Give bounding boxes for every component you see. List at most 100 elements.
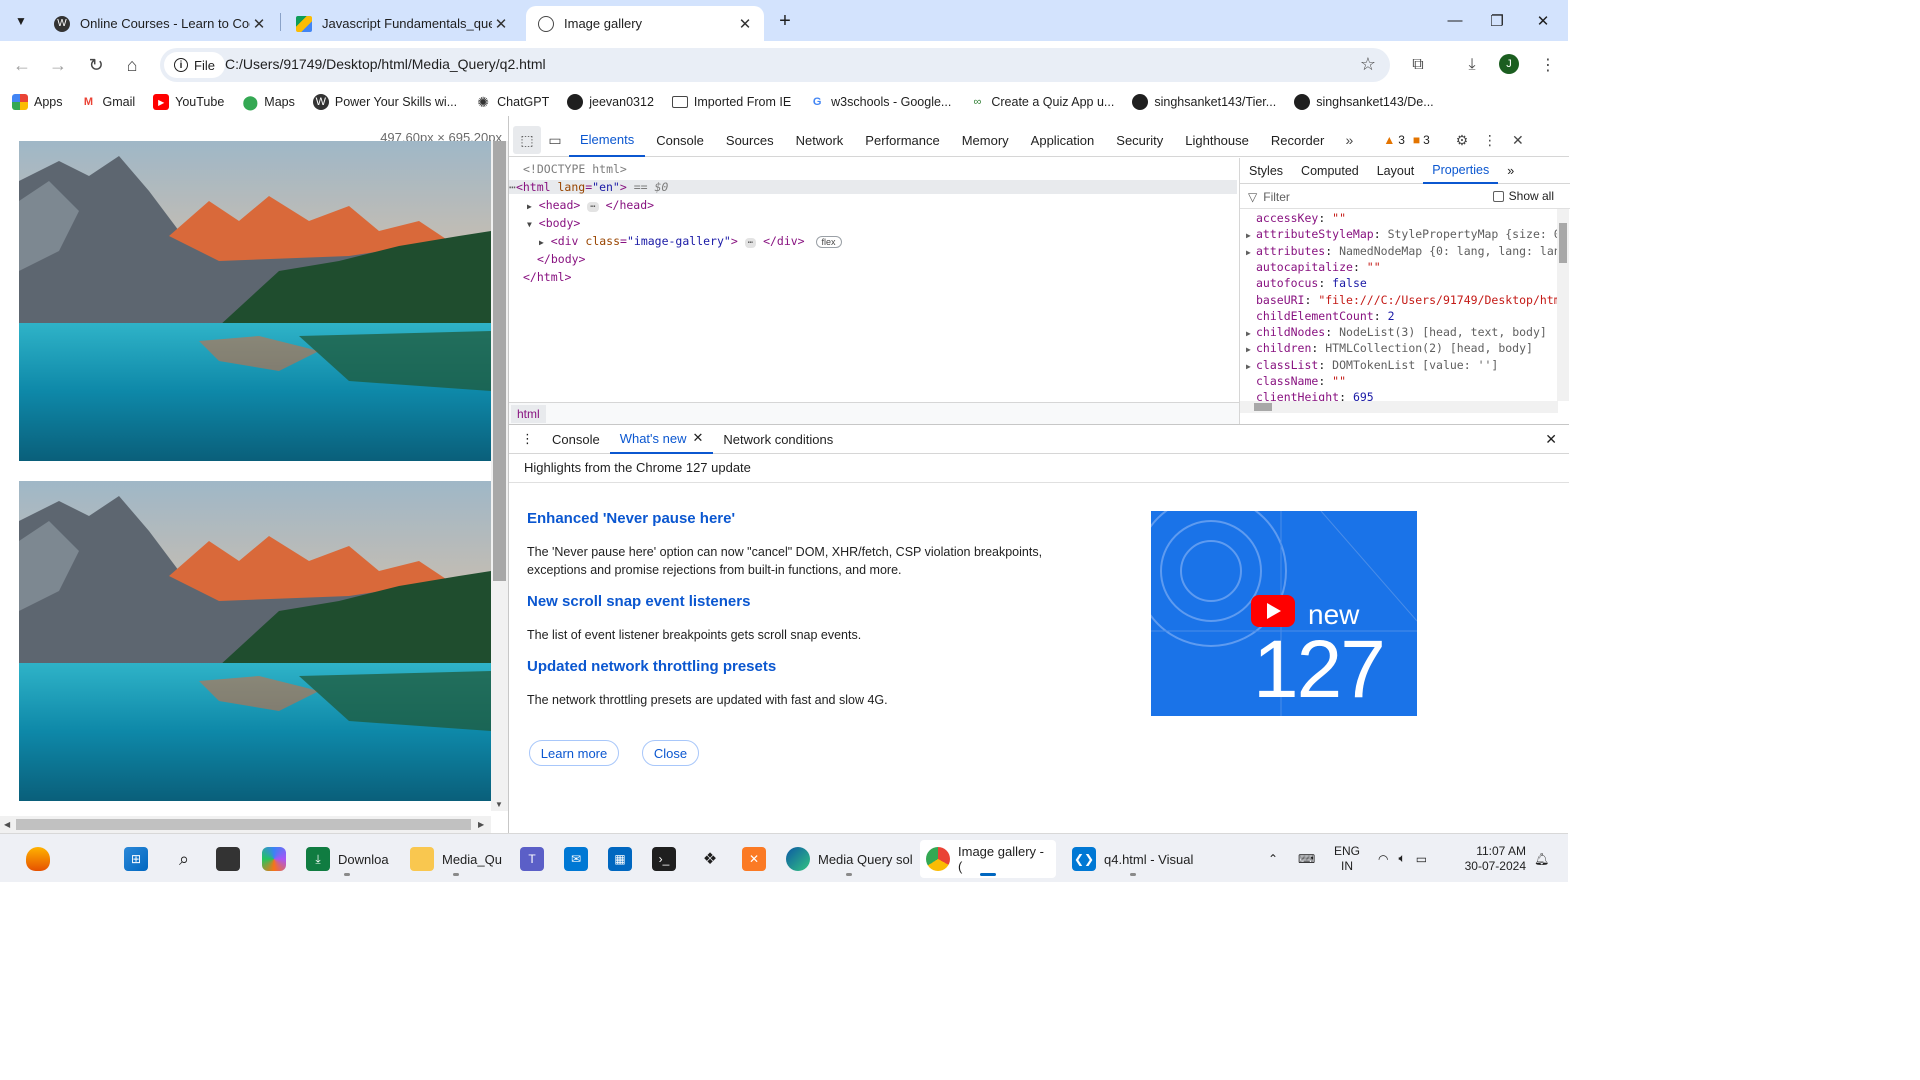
dom-node-body-close[interactable]: </body>	[537, 252, 585, 266]
dom-node-body[interactable]: ▼ <body>	[527, 216, 580, 230]
kebab-menu-icon[interactable]: ⋮	[1536, 53, 1560, 77]
inspect-element-icon[interactable]: ⬚	[513, 126, 541, 154]
ellipsis-icon[interactable]: ⋯	[587, 202, 599, 212]
url-text[interactable]: C:/Users/91749/Desktop/html/Media_Query/…	[225, 56, 546, 72]
settings-gear-icon[interactable]: ⚙	[1448, 126, 1476, 154]
system-status-icons[interactable]: ◠ 🔈︎ ▭	[1378, 834, 1427, 883]
sidebar-vertical-scrollbar[interactable]	[1557, 209, 1569, 401]
issues-badge[interactable]: ■ 3	[1413, 133, 1430, 147]
drawer-tab-whats-new[interactable]: What's new ✕	[609, 425, 714, 454]
notifications-bell-icon[interactable]: 🔔︎	[1534, 834, 1549, 883]
tab-application[interactable]: Application	[1020, 124, 1106, 157]
browser-tab-active[interactable]: Image gallery ✕	[526, 6, 764, 41]
expand-arrow-icon[interactable]: ▶	[1246, 345, 1256, 354]
feature-title[interactable]: New scroll snap event listeners	[527, 593, 750, 610]
drawer-menu-icon[interactable]: ⋮	[509, 425, 542, 454]
scrollbar-thumb[interactable]	[16, 819, 471, 830]
mail-button[interactable]: ✉	[558, 840, 594, 878]
scroll-left-arrow-icon[interactable]: ◀	[4, 820, 10, 829]
property-row[interactable]: autofocus: false	[1246, 276, 1367, 290]
expand-arrow-icon[interactable]: ▶	[1246, 362, 1256, 371]
bookmark-maps[interactable]: ⬤ Maps	[242, 94, 294, 110]
filter-input[interactable]: Filter	[1263, 190, 1290, 204]
tab-memory[interactable]: Memory	[951, 124, 1020, 157]
close-drawer-icon[interactable]: ✕	[1545, 431, 1557, 448]
sidebar-horizontal-scrollbar[interactable]	[1240, 401, 1558, 413]
new-tab-button[interactable]: +	[772, 8, 798, 34]
tab-console[interactable]: Console	[645, 124, 715, 157]
forward-button[interactable]: →	[44, 51, 72, 79]
property-row[interactable]: accessKey: ""	[1246, 211, 1346, 225]
taskbar-app[interactable]: ⤓ Downloa	[300, 840, 395, 878]
property-row[interactable]: autocapitalize: ""	[1246, 260, 1381, 274]
teams-button[interactable]: T	[514, 840, 550, 878]
property-row[interactable]: ▶ classList: DOMTokenList [value: '']	[1246, 358, 1498, 372]
property-row[interactable]: ▶ attributes: NamedNodeMap {0: lang, lang…	[1246, 244, 1558, 258]
property-row[interactable]: baseURI: "file:///C:/Users/91749/Desktop…	[1246, 293, 1558, 307]
more-tabs-icon[interactable]: »	[1498, 158, 1523, 184]
dropbox-button[interactable]: ❖	[692, 840, 728, 878]
tab-styles[interactable]: Styles	[1240, 158, 1292, 184]
expand-arrow-icon[interactable]: ▶	[1246, 248, 1256, 257]
dom-node-html-close[interactable]: </html>	[523, 270, 571, 284]
site-info-chip[interactable]: i File	[164, 52, 225, 78]
ellipsis-icon[interactable]: ⋯	[744, 238, 757, 248]
search-button[interactable]: ⌕	[166, 840, 202, 878]
copilot-button[interactable]	[256, 840, 292, 878]
taskbar-app[interactable]: Media_Qu	[404, 840, 508, 878]
extensions-icon[interactable]: ⧉	[1406, 53, 1430, 77]
warnings-badge[interactable]: ▲ 3	[1383, 133, 1405, 147]
bookmark-chatgpt[interactable]: ✺ ChatGPT	[475, 94, 549, 110]
taskbar-app[interactable]: Media Query sol	[780, 840, 919, 878]
close-tab-icon[interactable]: ✕	[250, 15, 268, 33]
tab-performance[interactable]: Performance	[854, 124, 950, 157]
dom-node-html-selected[interactable]: ⋯<html lang="en"> == $0	[509, 180, 1237, 194]
feature-title[interactable]: Enhanced 'Never pause here'	[527, 510, 735, 527]
tab-layout[interactable]: Layout	[1368, 158, 1424, 184]
bookmark-github[interactable]: jeevan0312	[567, 94, 654, 110]
learn-more-button[interactable]: Learn more	[529, 740, 619, 766]
page-horizontal-scrollbar[interactable]: ◀ ▶	[0, 816, 491, 833]
tab-security[interactable]: Security	[1105, 124, 1174, 157]
tab-sources[interactable]: Sources	[715, 124, 785, 157]
more-tabs-icon[interactable]: »	[1335, 126, 1363, 154]
chrome-127-promo-image[interactable]: new 127	[1151, 511, 1417, 716]
dom-node-head[interactable]: ▶ <head> ⋯ </head>	[527, 198, 654, 212]
home-button[interactable]: ⌂	[118, 51, 146, 79]
close-window-button[interactable]: ✕	[1520, 0, 1566, 41]
tab-properties[interactable]: Properties	[1423, 158, 1499, 184]
close-tab-icon[interactable]: ✕	[693, 430, 704, 446]
clock[interactable]: 11:07 AM 30-07-2024	[1458, 834, 1526, 883]
taskbar-app-active[interactable]: Image gallery - (	[920, 840, 1056, 878]
breadcrumb-item[interactable]: html	[511, 405, 546, 423]
scroll-right-arrow-icon[interactable]: ▶	[478, 820, 484, 829]
expand-arrow-icon[interactable]: ▶	[527, 202, 532, 211]
property-row[interactable]: clientHeight: 695	[1246, 390, 1374, 401]
scroll-down-arrow-icon[interactable]: ▼	[495, 800, 503, 809]
browser-tab[interactable]: W Online Courses - Learn to Code ✕	[42, 6, 278, 41]
tab-elements[interactable]: Elements	[569, 124, 646, 157]
store-button[interactable]: ▦	[602, 840, 638, 878]
bookmark-wordpress[interactable]: W Power Your Skills wi...	[312, 94, 457, 110]
bookmark-folder[interactable]: Imported From IE	[671, 95, 791, 109]
bookmark-gmail[interactable]: M Gmail	[81, 94, 135, 110]
feature-title[interactable]: Updated network throttling presets	[527, 658, 776, 675]
browser-tab[interactable]: Javascript Fundamentals_questi ✕	[284, 6, 520, 41]
scrollbar-thumb[interactable]	[1254, 403, 1272, 411]
taskbar-app[interactable]: ❮❯ q4.html - Visual	[1066, 840, 1199, 878]
back-button[interactable]: ←	[8, 51, 36, 79]
close-button[interactable]: Close	[642, 740, 699, 766]
collapse-arrow-icon[interactable]: ▼	[527, 220, 532, 229]
page-viewport[interactable]: 497.60px × 695.20px ▼ ◀ ▶	[0, 116, 508, 833]
property-row[interactable]: className: ""	[1246, 374, 1346, 388]
expand-arrow-icon[interactable]: ▶	[1246, 329, 1256, 338]
dom-tree[interactable]: <!DOCTYPE html> ⋯<html lang="en"> == $0 …	[509, 158, 1239, 402]
bookmark-github[interactable]: singhsanket143/De...	[1294, 94, 1434, 110]
widgets-button[interactable]	[20, 840, 56, 878]
scrollbar-thumb[interactable]	[1559, 223, 1567, 263]
tab-network[interactable]: Network	[785, 124, 855, 157]
download-icon[interactable]: ⤓	[1460, 53, 1484, 77]
drawer-tab-network-conditions[interactable]: Network conditions	[713, 425, 843, 454]
properties-list[interactable]: accessKey: "" ▶ attributeStyleMap: StylePr…	[1240, 209, 1558, 401]
task-view-button[interactable]	[210, 840, 246, 878]
